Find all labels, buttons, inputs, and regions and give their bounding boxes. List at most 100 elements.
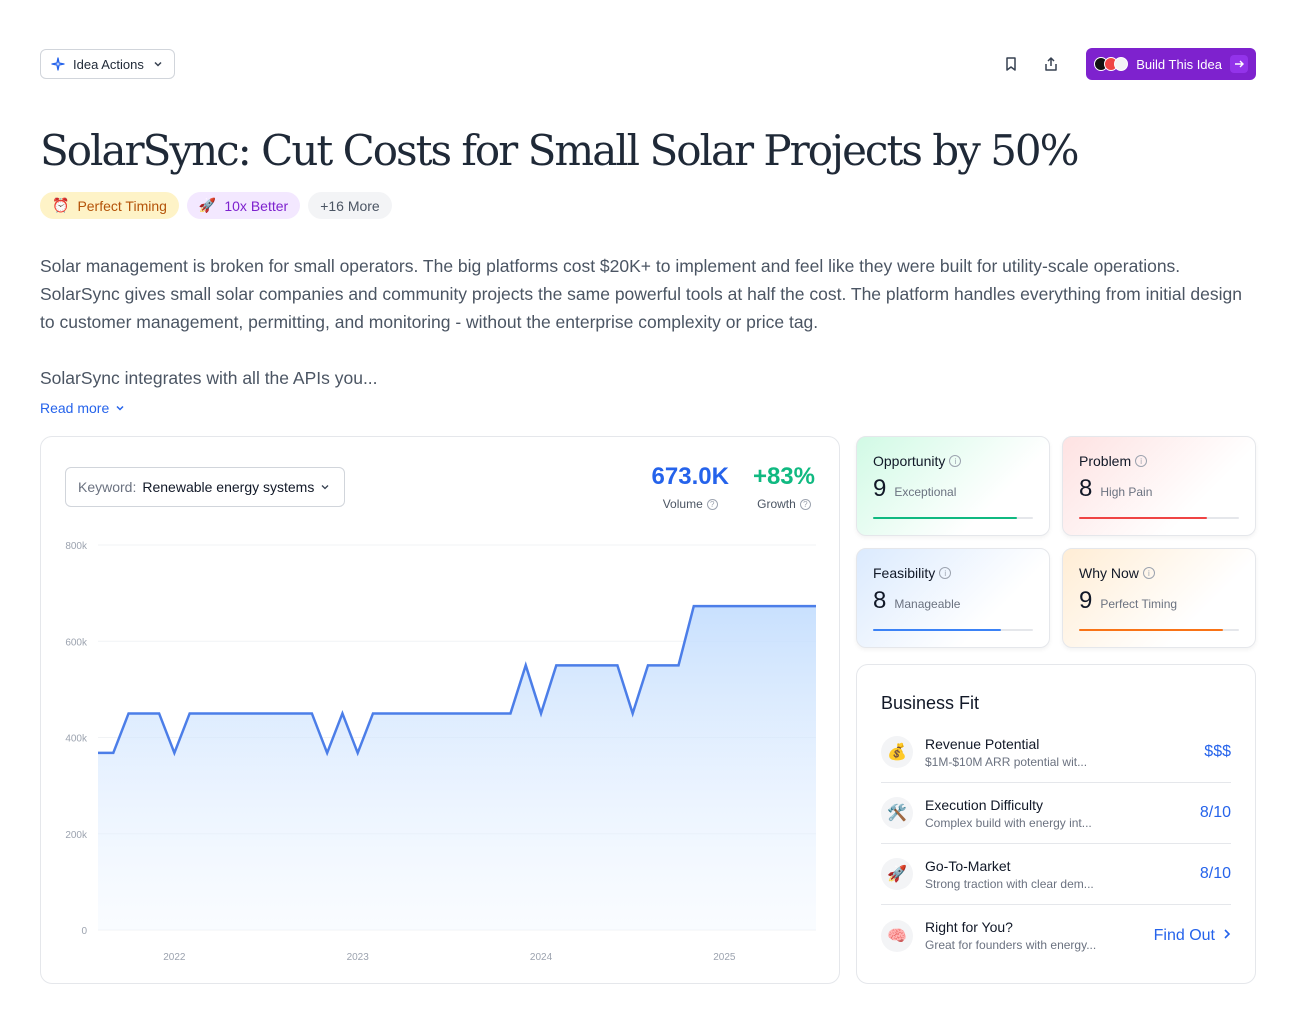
info-icon[interactable]: i [1135, 455, 1148, 467]
fit-item-right-for-you[interactable]: 🧠 Right for You? Great for founders with… [881, 905, 1231, 966]
opportunity-score: 9 [873, 475, 887, 502]
brain-icon: 🧠 [881, 919, 913, 952]
growth-label: Growth [757, 497, 796, 511]
why-now-score-row: 9 Perfect Timing [1079, 587, 1239, 615]
problem-score: 8 [1079, 475, 1093, 502]
opportunity-bar [873, 517, 1033, 519]
business-fit-list: 💰 Revenue Potential $1M-$10M ARR potenti… [881, 722, 1231, 966]
problem-desc: High Pain [1100, 485, 1153, 499]
feasibility-bar [873, 629, 1033, 631]
problem-card[interactable]: Problem i 8 High Pain [1062, 436, 1256, 536]
fit-item-value: $$$ [1204, 743, 1231, 760]
info-icon[interactable]: i [949, 455, 962, 467]
idea-actions-label: Idea Actions [73, 56, 144, 72]
description: Solar management is broken for small ope… [40, 252, 1256, 392]
y-tick-label: 0 [81, 926, 87, 937]
opportunity-score-row: 9 Exceptional [873, 475, 1033, 503]
feasibility-title-row: Feasibility i [873, 565, 1033, 581]
tag-list: ⏰ Perfect Timing 🚀 10x Better +16 More [40, 192, 392, 219]
problem-bar [1079, 517, 1239, 519]
trend-chart: 0 200k 400k 600k 800k 2022 2023 2024 2025 [65, 541, 816, 963]
build-this-idea-button[interactable]: Build This Idea [1086, 48, 1256, 80]
fit-item-sub: Complex build with energy int... [925, 815, 1092, 830]
info-icon[interactable]: i [1142, 567, 1155, 579]
why-now-title: Why Now [1079, 565, 1139, 581]
why-now-score: 9 [1079, 587, 1093, 614]
opportunity-title: Opportunity [873, 453, 946, 469]
description-paragraph: SolarSync integrates with all the APIs y… [40, 368, 378, 388]
x-tick-label: 2025 [713, 952, 736, 963]
y-tick-label: 800k [65, 541, 88, 552]
opportunity-title-row: Opportunity i [873, 453, 1033, 469]
fit-item-sub: Strong traction with clear dem... [925, 876, 1094, 891]
keyword-stats: 673.0K Volume ? +83% Growth ? [652, 463, 815, 511]
problem-score-row: 8 High Pain [1079, 475, 1239, 503]
fit-text: Execution Difficulty Complex build with … [925, 797, 1200, 830]
rocket-icon: 🚀 [198, 197, 217, 213]
build-label: Build This Idea [1136, 56, 1222, 72]
growth-value: +83% [752, 463, 815, 490]
keyword-select[interactable]: Keyword: Renewable energy systems [65, 467, 345, 507]
problem-bar-fill [1079, 517, 1207, 519]
alarm-clock-icon: ⏰ [52, 197, 70, 213]
tag-label: +16 More [320, 197, 380, 214]
why-now-title-row: Why Now i [1079, 565, 1239, 581]
fit-item-sub: Great for founders with energy... [925, 938, 1097, 952]
help-icon[interactable]: ? [706, 498, 718, 510]
x-tick-label: 2023 [347, 952, 370, 963]
bookmark-icon[interactable] [1000, 53, 1022, 75]
opportunity-card[interactable]: Opportunity i 9 Exceptional [856, 436, 1050, 536]
read-more-label: Read more [40, 400, 110, 416]
business-fit-card: Business Fit 💰 Revenue Potential $1M-$10… [856, 664, 1256, 984]
problem-title: Problem [1079, 453, 1132, 469]
chevron-down-icon [115, 400, 125, 416]
fit-item-value: 8/10 [1199, 804, 1231, 821]
why-now-bar [1079, 629, 1239, 631]
fit-item-name: Execution Difficulty [925, 796, 1044, 813]
fit-item-name: Go-To-Market [925, 857, 1011, 874]
fit-item-name: Revenue Potential [925, 735, 1040, 752]
help-icon[interactable]: ? [799, 498, 811, 510]
fit-item-revenue[interactable]: 💰 Revenue Potential $1M-$10M ARR potenti… [881, 722, 1231, 783]
y-tick-label: 400k [65, 734, 88, 745]
read-more-link[interactable]: Read more [40, 400, 125, 416]
sparkle-icon [51, 57, 65, 71]
description-paragraph: Solar management is broken for small ope… [40, 256, 1242, 332]
tag-label: Perfect Timing [77, 197, 167, 214]
keyword-label: Keyword: [78, 479, 137, 495]
tag-10x-better[interactable]: 🚀 10x Better [186, 192, 301, 219]
volume-label: Volume [662, 497, 703, 511]
rocket-icon: 🚀 [881, 858, 913, 890]
tag-more[interactable]: +16 More [308, 192, 392, 219]
problem-title-row: Problem i [1079, 453, 1239, 469]
feasibility-bar-fill [873, 629, 1001, 631]
fit-item-execution[interactable]: 🛠️ Execution Difficulty Complex build wi… [881, 783, 1231, 844]
chevron-down-icon [320, 479, 330, 495]
feasibility-score: 8 [873, 587, 887, 614]
y-tick-label: 200k [65, 830, 88, 841]
fit-item-name: Right for You? [925, 919, 1013, 935]
feasibility-title: Feasibility [873, 565, 936, 581]
trend-chart-card: 0 200k 400k 600k 800k 2022 2023 2024 2025 Keywor… [40, 436, 840, 984]
fit-item-go-to-market[interactable]: 🚀 Go-To-Market Strong traction with clea… [881, 844, 1231, 905]
growth-stat: +83% Growth ? [753, 463, 815, 511]
find-out-link[interactable]: Find Out [1154, 927, 1231, 945]
builder-avatars [1094, 57, 1129, 71]
chart-area [98, 606, 816, 930]
tag-perfect-timing[interactable]: ⏰ Perfect Timing [40, 192, 179, 219]
business-fit-title: Business Fit [881, 693, 980, 713]
volume-value: 673.0K [651, 463, 729, 490]
fit-item-sub: $1M-$10M ARR potential wit... [925, 754, 1088, 769]
feasibility-desc: Manageable [894, 597, 961, 611]
chevron-down-icon [152, 58, 164, 70]
info-icon[interactable]: i [939, 567, 952, 579]
x-tick-label: 2024 [530, 952, 553, 963]
tools-icon: 🛠️ [881, 797, 913, 829]
volume-stat: 673.0K Volume ? [652, 463, 729, 511]
share-icon[interactable] [1040, 53, 1062, 75]
chevron-right-icon [1223, 927, 1231, 945]
idea-actions-button[interactable]: Idea Actions [40, 49, 175, 79]
feasibility-card[interactable]: Feasibility i 8 Manageable [856, 548, 1050, 648]
why-now-card[interactable]: Why Now i 9 Perfect Timing [1062, 548, 1256, 648]
why-now-bar-fill [1079, 629, 1223, 631]
